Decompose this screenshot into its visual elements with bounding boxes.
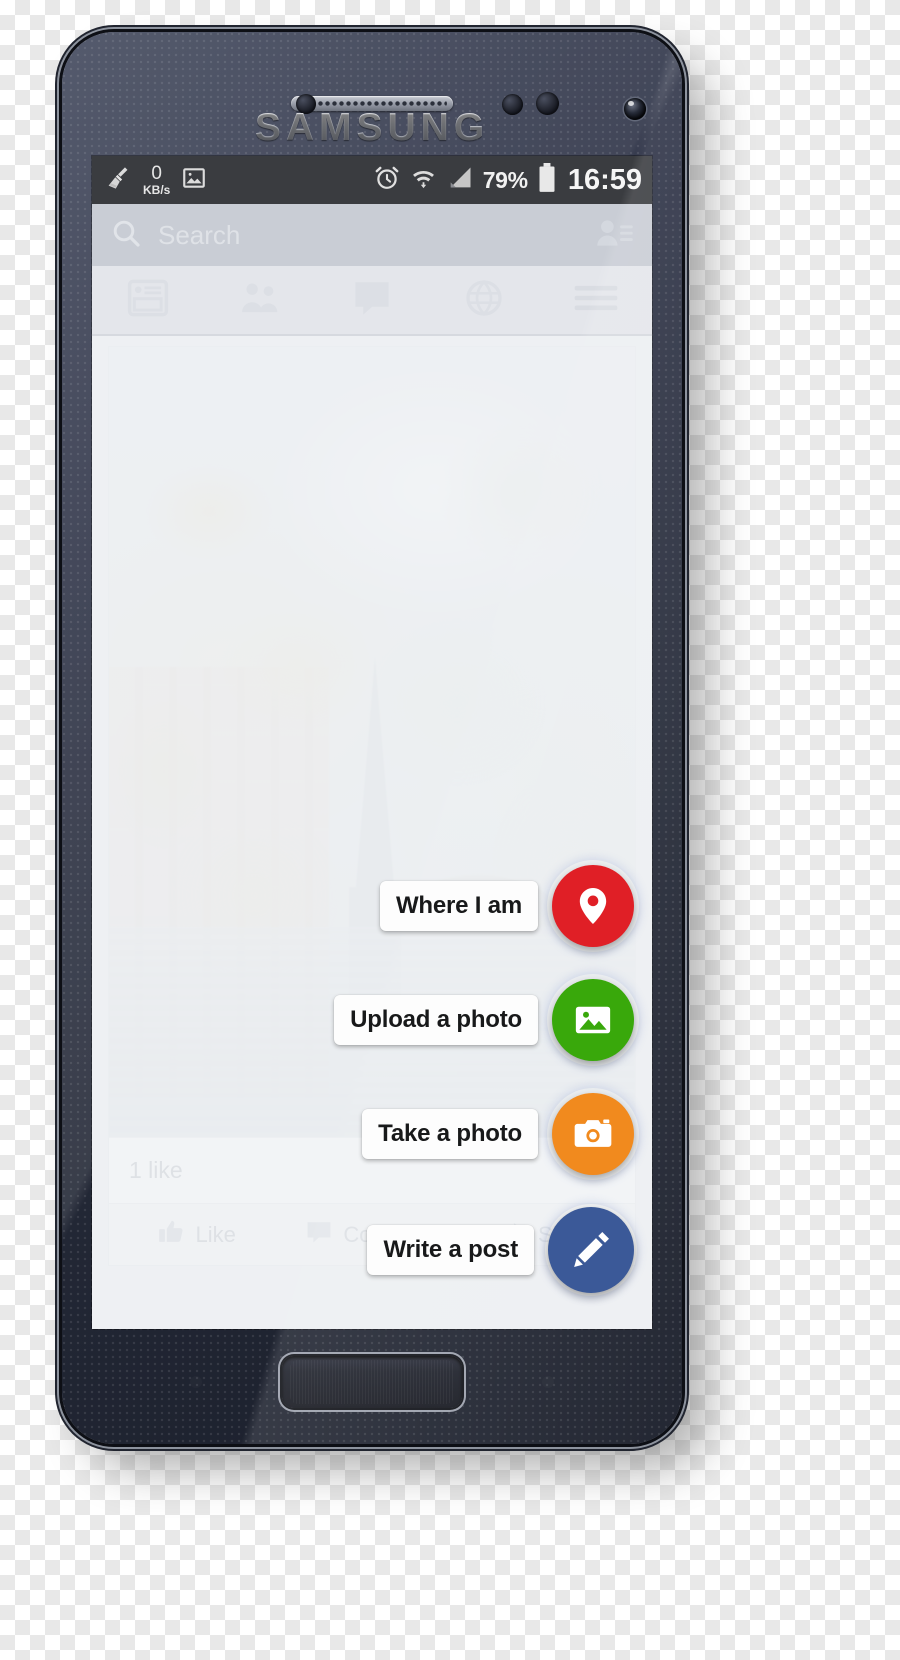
photo-icon xyxy=(575,1006,611,1034)
fab-row-upload-a-photo[interactable]: Upload a photo xyxy=(334,979,634,1061)
fab-label-take-a-photo[interactable]: Take a photo xyxy=(362,1109,538,1159)
network-speed-unit: KB/s xyxy=(143,183,171,197)
people-icon xyxy=(238,278,282,323)
home-button[interactable] xyxy=(282,1356,462,1408)
fab-row-take-a-photo[interactable]: Take a photo xyxy=(362,1093,634,1175)
broom-icon xyxy=(106,165,132,196)
globe-icon xyxy=(463,278,505,323)
search-bar[interactable]: Search xyxy=(92,204,652,266)
network-speed-value: 0 xyxy=(151,163,162,184)
sidebar-item-more-menu[interactable] xyxy=(540,266,652,334)
friend-requests-icon[interactable] xyxy=(596,217,634,254)
fab-label-write-a-post[interactable]: Write a post xyxy=(367,1225,534,1275)
search-icon xyxy=(110,217,142,254)
fab-speed-dial-menu: Where I am Upload a photo Take a photo W… xyxy=(334,865,634,1293)
news-feed-icon xyxy=(127,278,169,323)
image-icon xyxy=(181,165,207,196)
wifi-icon xyxy=(410,164,437,196)
battery-icon xyxy=(537,162,557,198)
location-pin-icon xyxy=(579,888,607,924)
status-bar-left-group: 0 KB/s xyxy=(106,164,207,196)
take-photo-fab[interactable] xyxy=(552,1093,634,1175)
sidebar-item-friend-requests[interactable] xyxy=(204,266,316,334)
back-capacitive-key[interactable] xyxy=(542,1376,554,1388)
chat-bubble-icon xyxy=(351,278,393,323)
status-bar-clock: 16:59 xyxy=(567,163,642,196)
sidebar-item-news-feed[interactable] xyxy=(92,266,204,334)
search-input[interactable]: Search xyxy=(158,220,240,251)
pencil-icon xyxy=(574,1231,610,1268)
samsung-phone-device: SAMSUNG 0 KB/s 79% 16:59 Search Where I … xyxy=(62,32,682,1444)
navigation-tab-bar xyxy=(92,266,652,336)
battery-percent-label: 79% xyxy=(482,166,528,193)
upload-photo-fab[interactable] xyxy=(552,979,634,1061)
status-bar-right-group: 79% 16:59 xyxy=(373,162,642,198)
status-bar: 0 KB/s 79% 16:59 xyxy=(92,156,652,204)
sidebar-item-messages[interactable] xyxy=(316,266,428,334)
write-post-fab[interactable] xyxy=(548,1207,634,1293)
samsung-brand-label: SAMSUNG xyxy=(62,106,682,150)
menu-capacitive-key[interactable] xyxy=(190,1376,202,1388)
fab-label-upload-a-photo[interactable]: Upload a photo xyxy=(334,995,538,1045)
fab-label-where-i-am[interactable]: Where I am xyxy=(379,881,538,931)
fab-row-write-a-post[interactable]: Write a post xyxy=(367,1207,634,1293)
fab-row-where-i-am[interactable]: Where I am xyxy=(379,865,634,947)
alarm-clock-icon xyxy=(373,164,401,197)
phone-screen: 0 KB/s 79% 16:59 Search Where I am Uploa… xyxy=(92,156,652,1329)
location-pin-fab[interactable] xyxy=(552,865,634,947)
network-speed-indicator: 0 KB/s xyxy=(143,164,170,196)
camera-icon xyxy=(574,1119,612,1147)
sidebar-item-notifications[interactable] xyxy=(428,266,540,334)
hamburger-menu-icon xyxy=(573,280,619,321)
cellular-signal-icon xyxy=(446,165,474,196)
facebook-app-content: Search Where I am Upload a photo Take a … xyxy=(92,204,652,1329)
